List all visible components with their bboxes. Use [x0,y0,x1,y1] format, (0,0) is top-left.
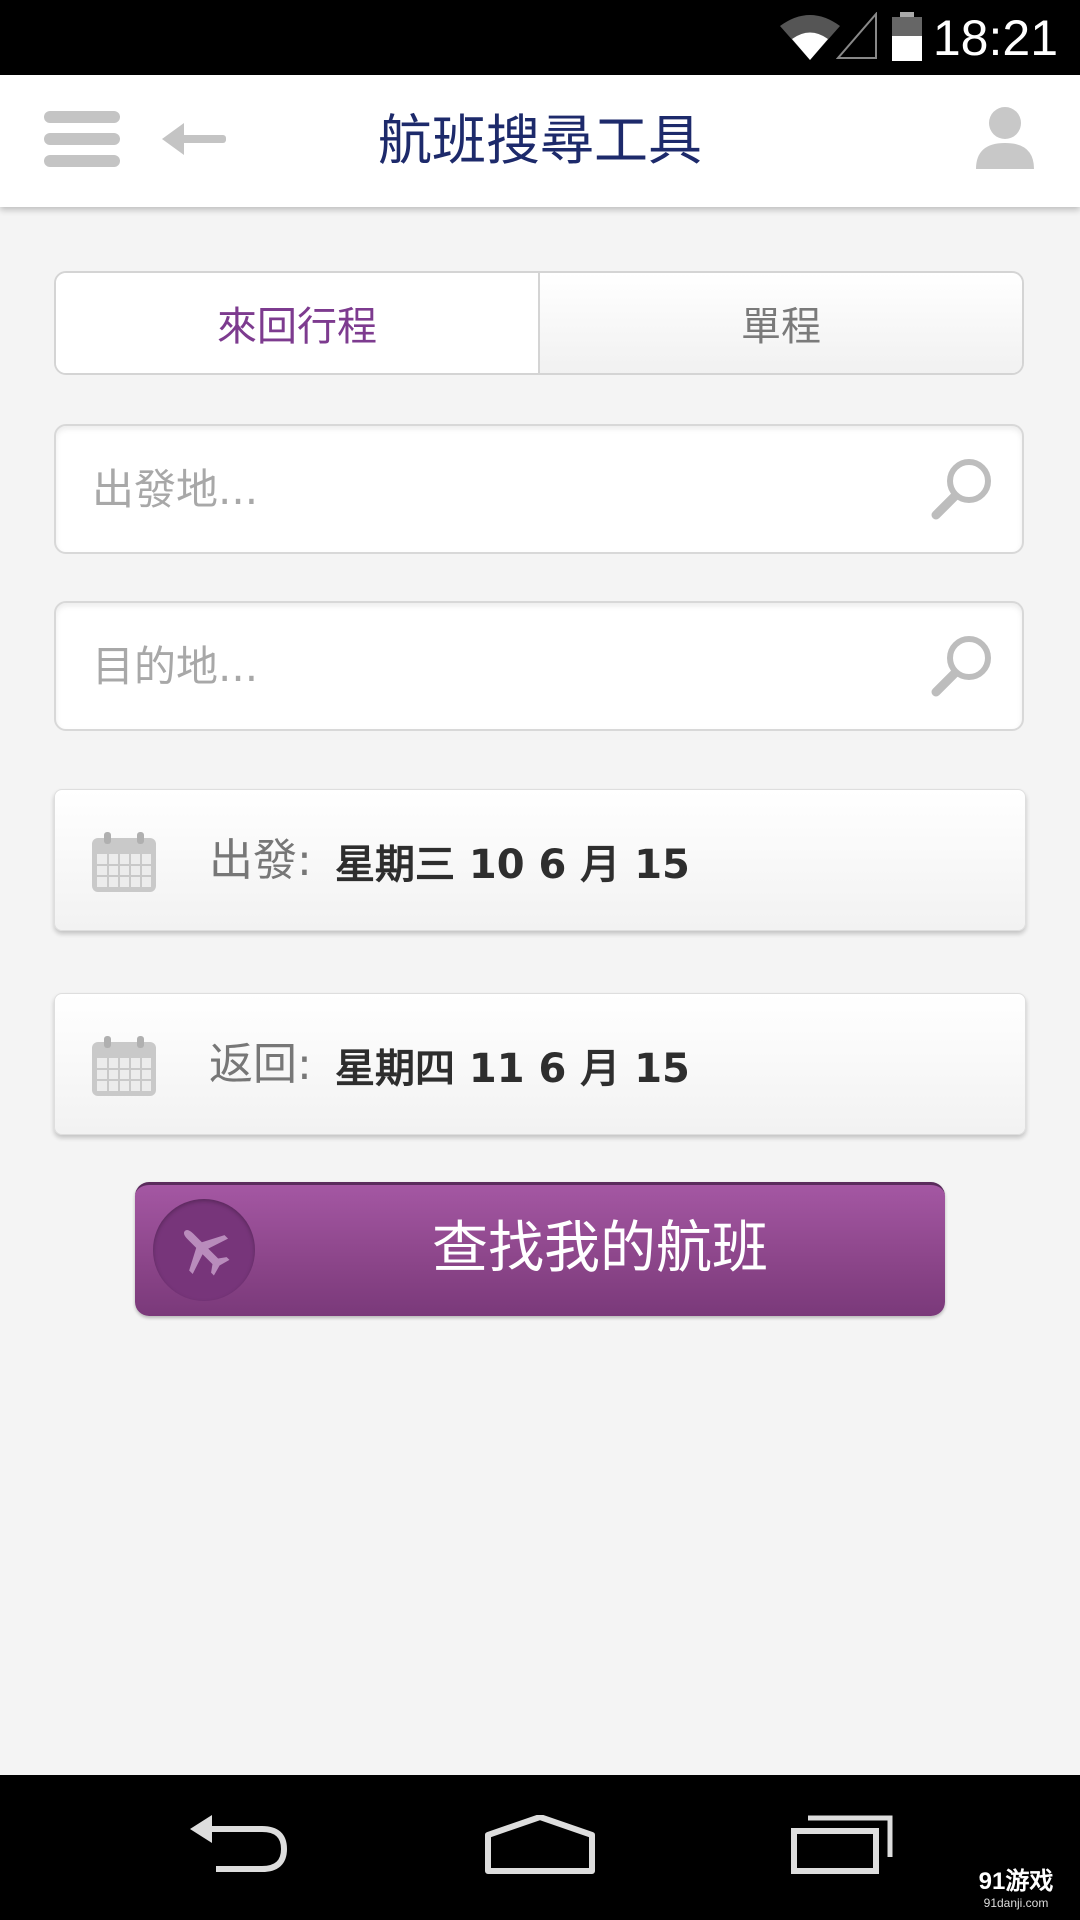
status-bar: 18:21 [0,0,1080,75]
find-flights-button[interactable]: 查找我的航班 [135,1182,945,1316]
find-flights-label: 查找我的航班 [432,1216,768,1281]
airplane-icon [183,1229,230,1276]
calendar-icon [92,1036,156,1096]
nav-recents-icon [791,1815,893,1874]
destination-input[interactable] [92,603,912,729]
nav-back-button[interactable] [186,1815,290,1879]
watermark-sub: 91danji.com [983,1896,1049,1910]
return-label: 返回: [209,1039,312,1090]
plane-badge [153,1199,255,1301]
return-date-value: 星期四 11 6 月 15 [335,1046,690,1092]
departure-label: 出發: [209,835,312,886]
tab-one-way[interactable]: 單程 [538,273,1022,373]
page-title: 航班搜尋工具 [378,109,702,172]
watermark-main: 91游戏 [978,1868,1054,1895]
destination-field [54,601,1024,731]
signal-icon [836,12,877,59]
trip-type-tabs: 來回行程 單程 [54,271,1024,375]
nav-recents-button[interactable] [790,1815,894,1879]
departure-date-row[interactable]: 出發: 星期三 10 6 月 15 [54,789,1026,931]
watermark: 91游戏 91danji.com [964,1868,1068,1910]
tab-round-trip[interactable]: 來回行程 [56,273,538,373]
nav-home-icon [485,1814,595,1874]
return-date-row[interactable]: 返回: 星期四 11 6 月 15 [54,993,1026,1135]
battery-icon [892,12,922,61]
nav-home-button[interactable] [484,1814,596,1879]
departure-date-value: 星期三 10 6 月 15 [335,842,690,888]
system-nav-bar: 91游戏 91danji.com [0,1775,1080,1920]
status-clock: 18:21 [932,10,1058,66]
wifi-icon [780,15,840,60]
search-icon[interactable] [930,633,996,699]
origin-input[interactable] [92,426,912,552]
user-profile-icon [976,107,1034,169]
search-icon[interactable] [930,456,996,522]
nav-back-icon [190,1815,288,1872]
user-profile-button[interactable] [974,105,1036,175]
origin-field [54,424,1024,554]
app-header: 航班搜尋工具 [0,75,1080,207]
calendar-icon [92,832,156,892]
